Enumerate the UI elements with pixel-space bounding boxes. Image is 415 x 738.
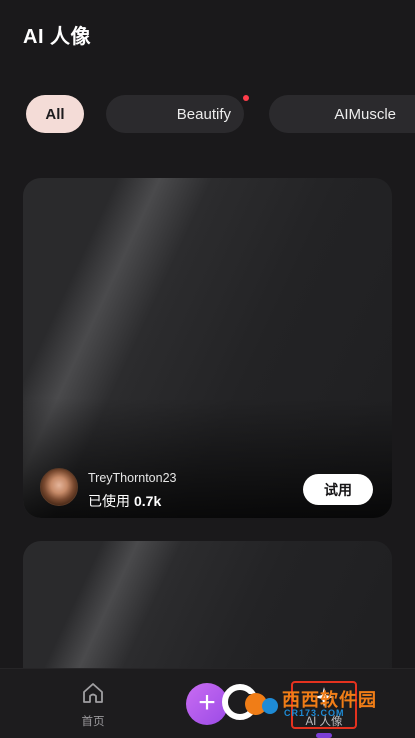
chip-beautify[interactable]: Beautify xyxy=(106,95,244,133)
nav-home[interactable]: 首页 xyxy=(71,681,115,731)
nav-home-label: 首页 xyxy=(81,716,105,728)
page-title: AI 人像 xyxy=(23,26,92,48)
usage-prefix: 已使用 xyxy=(88,493,130,509)
watermark: 西西软件园 CR173.COM xyxy=(222,680,402,724)
chip-all[interactable]: All xyxy=(26,95,84,133)
watermark-url: CR173.COM xyxy=(284,708,345,718)
app-screen: AI 人像 All Beautify AIMuscle TreyThornton… xyxy=(0,0,415,738)
usage-count: 0.7k xyxy=(134,493,162,509)
chip-aimuscle[interactable]: AIMuscle xyxy=(269,95,415,133)
home-icon xyxy=(83,683,103,703)
active-tab-indicator xyxy=(316,733,332,738)
usage-stat: 已使用 0.7k xyxy=(88,491,161,511)
author-name: TreyThornton23 xyxy=(88,471,177,485)
watermark-logo xyxy=(222,684,278,720)
template-card[interactable]: TreyThornton23 已使用 0.7k 试用 xyxy=(23,178,392,518)
notification-dot xyxy=(243,95,249,101)
try-button[interactable]: 试用 xyxy=(303,474,373,505)
category-chips: All Beautify AIMuscle xyxy=(0,95,415,135)
avatar[interactable] xyxy=(40,468,78,506)
